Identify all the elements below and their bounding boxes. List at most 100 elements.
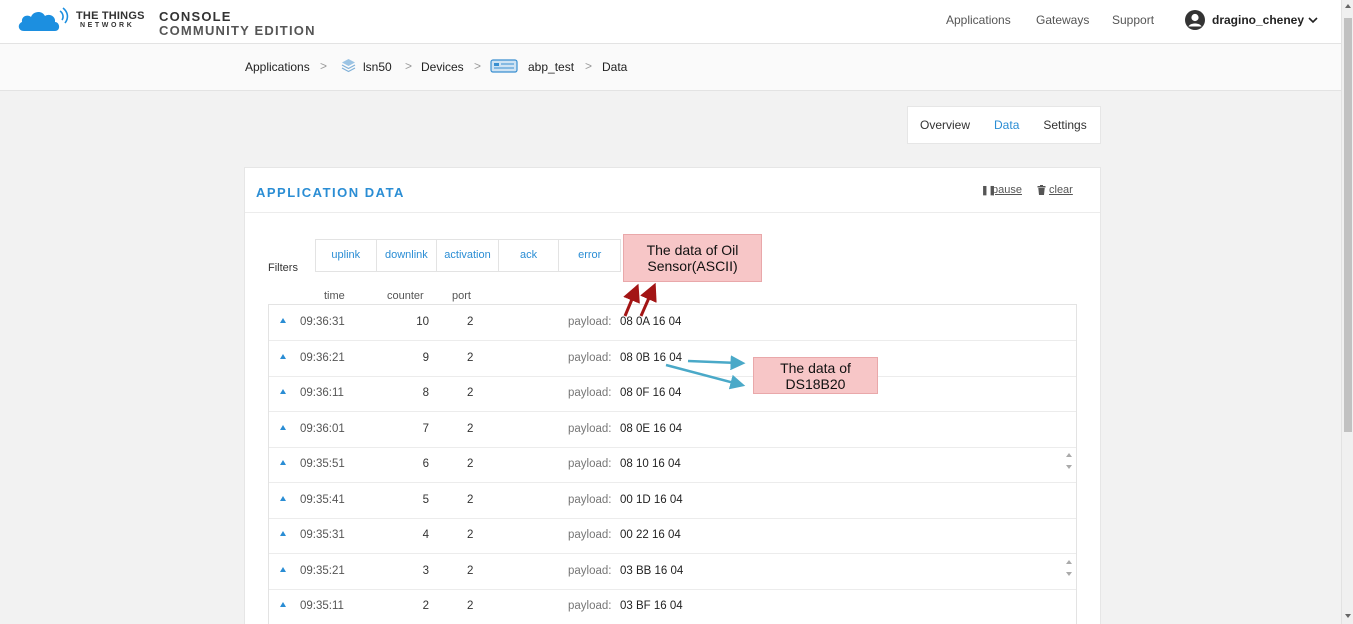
row-payload: 08 10 16 04 [620,458,681,470]
brand-console: CONSOLE [159,9,232,24]
table-row[interactable]: 09:35:31 4 2 payload: 00 22 16 04 [269,518,1076,554]
scroll-up-icon[interactable] [1066,453,1072,457]
row-port: 2 [467,422,474,435]
row-payload: 08 0F 16 04 [620,387,682,399]
nav-support[interactable]: Support [1112,13,1154,27]
tab-overview[interactable]: Overview [908,106,982,144]
table-row[interactable]: 09:35:21 3 2 payload: 03 BB 16 04 [269,554,1076,590]
table-row[interactable]: 09:36:01 7 2 payload: 08 0E 16 04 [269,412,1076,448]
table-row[interactable]: 09:35:11 2 2 payload: 03 BF 16 04 [269,589,1076,624]
breadcrumb-devices[interactable]: Devices [421,60,464,74]
card-title: APPLICATION DATA [256,185,405,200]
tab-settings[interactable]: Settings [1031,106,1098,144]
nav-gateways[interactable]: Gateways [1036,13,1089,27]
expand-arrow-icon[interactable] [280,495,286,501]
expand-arrow-icon[interactable] [280,318,286,323]
row-time: 09:35:51 [300,458,345,470]
scroll-up-icon[interactable] [1345,4,1351,8]
window-scrollbar[interactable] [1341,0,1353,624]
payload-label: payload: [568,351,612,364]
table-row[interactable]: 09:36:21 9 2 payload: 08 0B 16 04 [269,341,1076,377]
device-icon [490,59,518,73]
breadcrumb-device[interactable]: abp_test [528,60,574,74]
scroll-down-icon[interactable] [1066,465,1072,469]
breadcrumb-app[interactable]: lsn50 [363,60,392,74]
row-scroll-arrows[interactable] [1065,453,1073,469]
filter-downlink[interactable]: downlink [377,240,438,271]
payload-label: payload: [568,529,612,541]
breadcrumb-separator: > [405,59,413,73]
ds-note-line1: The data of [780,360,851,376]
payload-label: payload: [568,458,612,470]
ds18b20-note: The data of DS18B20 [753,357,878,394]
row-payload: 08 0B 16 04 [620,351,683,364]
filter-group: uplink downlink activation ack error [315,239,621,272]
row-time: 09:35:41 [300,493,345,506]
row-time: 09:36:11 [300,387,344,399]
user-menu[interactable]: dragino_cheney [1184,9,1318,31]
row-counter: 2 [422,600,429,612]
filter-activation[interactable]: activation [437,240,499,271]
row-payload: 00 22 16 04 [620,529,681,541]
row-port: 2 [467,493,474,506]
top-header: THE THINGS NETWORK CONSOLE COMMUNITY EDI… [0,0,1341,44]
row-payload: 08 0A 16 04 [620,316,682,328]
filter-uplink[interactable]: uplink [316,240,377,271]
clear-button[interactable]: clear [1049,184,1073,196]
column-time: time [324,290,345,302]
table-row[interactable]: 09:35:41 5 2 payload: 00 1D 16 04 [269,483,1076,519]
expand-arrow-icon[interactable] [280,353,286,359]
breadcrumb-applications[interactable]: Applications [245,60,310,74]
table-row[interactable]: 09:36:11 8 2 payload: 08 0F 16 04 [269,376,1076,412]
payload-label: payload: [568,387,612,399]
row-payload: 08 0E 16 04 [620,422,683,435]
payload-label: payload: [568,316,612,328]
breadcrumb: Applications > lsn50 > Devices > abp_tes… [0,44,1341,91]
breadcrumb-separator: > [585,59,593,73]
expand-arrow-icon[interactable] [280,460,286,465]
row-payload: 03 BB 16 04 [620,564,684,577]
brand-edition: COMMUNITY EDITION [159,23,316,38]
nav-applications[interactable]: Applications [946,13,1011,27]
data-table: 09:36:31 10 2 payload: 08 0A 16 04 09:36:21 9 2… [268,304,1077,624]
payload-label: payload: [568,422,612,435]
row-time: 09:36:21 [300,351,345,364]
oil-sensor-note: The data of Oil Sensor(ASCII) [623,234,762,282]
scroll-up-icon[interactable] [1066,559,1072,564]
row-time: 09:36:31 [300,316,345,328]
tab-data[interactable]: Data [982,106,1031,144]
row-time: 09:35:11 [300,600,344,612]
filter-ack[interactable]: ack [499,240,560,271]
row-scroll-arrows[interactable] [1065,559,1073,576]
breadcrumb-current: Data [602,60,628,74]
row-port: 2 [467,564,474,577]
expand-arrow-icon[interactable] [280,424,286,430]
payload-label: payload: [568,493,612,506]
brand-line2: NETWORK [80,22,135,29]
card-header: APPLICATION DATA ❚❚ pause clear [245,168,1100,213]
table-row[interactable]: 09:36:31 10 2 payload: 08 0A 16 04 [269,305,1076,341]
row-payload: 00 1D 16 04 [620,493,683,506]
row-port: 2 [467,316,474,328]
trash-icon [1037,185,1046,195]
pause-button[interactable]: pause [992,184,1022,196]
user-name: dragino_cheney [1212,13,1305,27]
chevron-down-icon [1308,16,1318,23]
expand-arrow-icon[interactable] [280,531,286,536]
row-counter: 8 [422,387,429,399]
expand-arrow-icon[interactable] [280,389,286,394]
scrollbar-thumb[interactable] [1344,18,1352,432]
expand-arrow-icon[interactable] [280,602,286,607]
row-payload: 03 BF 16 04 [620,600,683,612]
device-tabs: Overview Data Settings [907,106,1101,144]
scroll-down-icon[interactable] [1066,571,1072,576]
filters-label: Filters [268,262,298,274]
payload-label: payload: [568,600,612,612]
scroll-down-icon[interactable] [1345,614,1351,618]
row-counter: 4 [422,529,429,541]
expand-arrow-icon[interactable] [280,566,286,572]
payload-label: payload: [568,564,612,577]
table-row[interactable]: 09:35:51 6 2 payload: 08 10 16 04 [269,447,1076,483]
ttn-cloud-logo[interactable] [16,5,72,35]
filter-error[interactable]: error [559,240,620,271]
